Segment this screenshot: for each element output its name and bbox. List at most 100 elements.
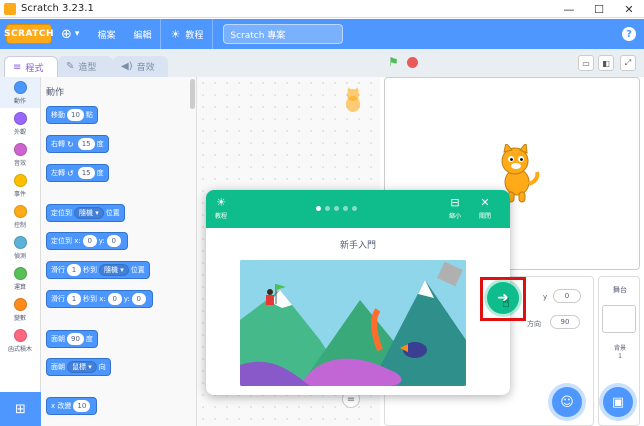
stage-thumbnail[interactable] <box>602 305 636 333</box>
block-turn-right[interactable]: 右轉 ↻ 15 度 <box>46 135 109 153</box>
tutorial-card-header: ☀ 教程 ⊟ 縮小 ✕ 關閉 <box>206 190 510 228</box>
scratch-logo[interactable]: SCRATCH <box>4 24 54 44</box>
editor-tabs: ≡ 程式 ✎ 造型 ◀) 音效 <box>0 49 380 77</box>
stop-icon[interactable] <box>407 57 418 68</box>
shrink-button[interactable]: ⊟ 縮小 <box>440 196 470 220</box>
category-dot <box>13 297 27 311</box>
tab-sounds-label: 音效 <box>136 63 155 73</box>
project-title-input[interactable]: Scratch 專案 <box>223 24 344 44</box>
language-menu[interactable]: ⊕ ▾ <box>52 19 88 49</box>
window-titlebar: Scratch 3.23.1 — ☐ ✕ <box>0 0 644 18</box>
block-point-direction[interactable]: 面朝 90 度 <box>46 330 98 348</box>
block-glide-to-xy[interactable]: 滑行 1 秒到 x: 0 y: 0 <box>46 290 153 308</box>
tutorial-illustration <box>240 260 466 386</box>
category-control[interactable]: 控制 <box>0 201 40 232</box>
fullscreen-button[interactable]: ⤢ <box>620 55 636 71</box>
menu-divider <box>212 19 214 49</box>
step-dot[interactable] <box>334 206 339 211</box>
stage-header: ⚑ ▭ ◧ ⤢ <box>380 49 644 77</box>
tab-sounds[interactable]: ◀) 音效 <box>113 56 168 77</box>
choose-sprite-button[interactable]: ☺ <box>552 387 582 417</box>
y-input[interactable]: 0 <box>553 289 581 303</box>
rotate-right-icon: ↻ <box>67 139 74 149</box>
y-label: y <box>543 293 548 301</box>
block-input[interactable]: 10 <box>67 109 84 121</box>
block-input[interactable]: 15 <box>77 138 95 150</box>
block-dropdown[interactable]: 隨機 ▾ <box>74 207 104 219</box>
green-flag-icon[interactable]: ⚑ <box>388 55 399 69</box>
file-menu[interactable]: 檔案 <box>88 19 124 49</box>
category-dot <box>13 173 27 187</box>
equals-icon: = <box>346 393 356 405</box>
category-operators[interactable]: 運算 <box>0 263 40 294</box>
step-dot[interactable] <box>316 206 321 211</box>
close-label: 關閉 <box>478 213 491 220</box>
block-categories: 動作 外觀 音效 事件 控制 偵測 運算 變數 函式積木 <box>0 77 41 392</box>
block-input[interactable]: 0 <box>107 293 122 305</box>
block-input[interactable]: 0 <box>82 235 97 247</box>
stage-pane-title: 舞台 <box>613 286 627 294</box>
block-dropdown[interactable]: 隨機 ▾ <box>99 264 129 276</box>
paintbrush-icon: ✎ <box>66 61 75 72</box>
category-motion[interactable]: 動作 <box>0 77 40 108</box>
block-input[interactable]: 15 <box>77 167 95 179</box>
maximize-button[interactable]: ☐ <box>584 0 614 18</box>
small-stage-button[interactable]: ▭ <box>578 55 594 71</box>
block-go-to[interactable]: 定位到 隨機 ▾ 位置 <box>46 204 125 222</box>
choose-backdrop-button[interactable]: ▣ <box>603 387 633 417</box>
block-input[interactable]: 10 <box>73 400 91 412</box>
help-icon[interactable]: ? <box>622 27 636 41</box>
block-palette: 動作 移動 10 點 右轉 ↻ 15 度 左轉 ↺ 15 度 定位到 隨機 ▾ … <box>41 77 197 426</box>
tab-costumes[interactable]: ✎ 造型 <box>58 56 113 77</box>
tutorials-library-button[interactable]: ☀ 教程 <box>206 196 236 220</box>
cat-face-icon: ☺ <box>560 394 574 410</box>
category-my-blocks[interactable]: 函式積木 <box>0 325 40 356</box>
tab-costumes-label: 造型 <box>78 63 97 73</box>
category-dot <box>13 80 27 94</box>
category-dot <box>13 204 27 218</box>
block-change-x[interactable]: x 改變 10 <box>46 397 98 415</box>
block-move-steps[interactable]: 移動 10 點 <box>46 106 98 124</box>
tutorials-menu[interactable]: ☀ 教程 <box>161 19 212 49</box>
category-variables[interactable]: 變數 <box>0 294 40 325</box>
tab-code[interactable]: ≡ 程式 <box>4 56 58 77</box>
category-dot <box>13 142 27 156</box>
category-looks[interactable]: 外觀 <box>0 108 40 139</box>
block-dropdown[interactable]: 鼠標 ▾ <box>67 361 97 373</box>
block-turn-left[interactable]: 左轉 ↺ 15 度 <box>46 164 109 182</box>
block-input[interactable]: 0 <box>131 293 146 305</box>
block-glide-to[interactable]: 滑行 1 秒到 隨機 ▾ 位置 <box>46 261 150 279</box>
step-dot[interactable] <box>352 206 357 211</box>
direction-input[interactable]: 90 <box>550 315 580 329</box>
block-point-towards[interactable]: 面朝 鼠標 ▾ 向 <box>46 358 111 376</box>
category-dot <box>13 111 27 125</box>
category-sensing[interactable]: 偵測 <box>0 232 40 263</box>
step-dot[interactable] <box>343 206 348 211</box>
image-icon: ▣ <box>611 394 625 410</box>
palette-scrollbar[interactable] <box>190 79 195 109</box>
tutorials-menu-label: 教程 <box>185 30 204 41</box>
block-input[interactable]: 1 <box>67 264 81 276</box>
menu-bar: SCRATCH ⊕ ▾ 檔案 編輯 ☀ 教程 Scratch 專案 ? <box>0 19 644 49</box>
large-stage-icon: ◧ <box>602 58 610 68</box>
large-stage-button[interactable]: ◧ <box>598 55 614 71</box>
category-dot <box>13 328 27 342</box>
category-dot <box>13 235 27 249</box>
block-go-to-xy[interactable]: 定位到 x: 0 y: 0 <box>46 232 128 250</box>
block-input[interactable]: 90 <box>67 333 84 345</box>
step-dot[interactable] <box>325 206 330 211</box>
edit-menu[interactable]: 編輯 <box>124 19 160 49</box>
block-input[interactable]: 0 <box>106 235 121 247</box>
category-sound[interactable]: 音效 <box>0 139 40 170</box>
tutorial-card: ☀ 教程 ⊟ 縮小 ✕ 關閉 新手入門 <box>206 190 510 395</box>
backdrops-label: 背景 <box>613 345 626 352</box>
close-window-button[interactable]: ✕ <box>614 0 644 18</box>
close-tutorial-button[interactable]: ✕ 關閉 <box>470 196 500 220</box>
add-extension-button[interactable]: ⊞ <box>0 392 41 426</box>
minimize-button[interactable]: — <box>554 0 584 18</box>
sprite-watermark-cat-icon <box>341 87 365 121</box>
category-events[interactable]: 事件 <box>0 170 40 201</box>
code-icon: ≡ <box>13 61 22 73</box>
block-input[interactable]: 1 <box>67 293 81 305</box>
scratch-app-icon <box>4 2 16 15</box>
